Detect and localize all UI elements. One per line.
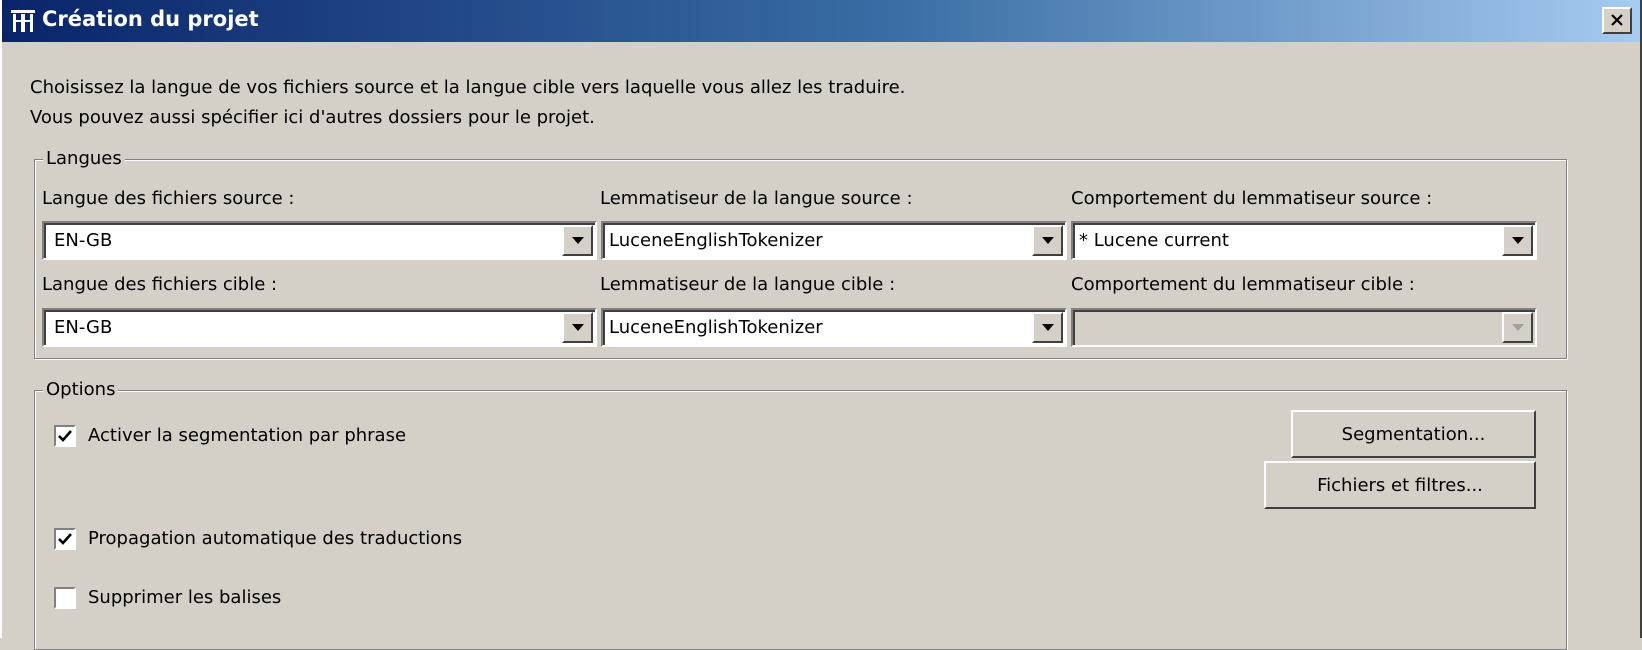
chevron-down-icon: [1041, 237, 1054, 244]
checkmark-icon: [58, 426, 72, 447]
close-button[interactable]: [1602, 7, 1632, 34]
source-lang-combo[interactable]: EN-GB: [42, 221, 597, 260]
remove-tags-label[interactable]: Supprimer les balises: [88, 586, 281, 610]
close-icon: [1610, 10, 1624, 31]
source-lang-label: Langue des fichiers source :: [42, 188, 295, 209]
omegat-app-icon: [10, 8, 36, 34]
options-legend: Options: [43, 378, 119, 402]
source-lang-dropdown-button[interactable]: [562, 225, 593, 256]
chevron-down-icon: [1511, 324, 1524, 331]
sentence-segmentation-checkbox[interactable]: [54, 425, 76, 447]
source-tokenizer-value: LuceneEnglishTokenizer: [609, 230, 823, 251]
title-bar[interactable]: Création du projet: [2, 0, 1640, 42]
source-behavior-label: Comportement du lemmatiseur source :: [1071, 188, 1433, 209]
intro-line-1: Choisissez la langue de vos fichiers sou…: [30, 77, 906, 98]
source-tokenizer-label: Lemmatiseur de la langue source :: [600, 188, 913, 209]
source-lang-value: EN-GB: [54, 230, 113, 251]
target-behavior-dropdown-button[interactable]: [1502, 312, 1533, 343]
target-behavior-label: Comportement du lemmatiseur cible :: [1071, 274, 1415, 295]
sentence-segmentation-label[interactable]: Activer la segmentation par phrase: [88, 424, 406, 448]
source-behavior-combo[interactable]: * Lucene current: [1071, 221, 1537, 260]
source-behavior-dropdown-button[interactable]: [1502, 225, 1533, 256]
chevron-down-icon: [571, 237, 584, 244]
source-behavior-value: * Lucene current: [1079, 230, 1229, 251]
target-tokenizer-combo[interactable]: LuceneEnglishTokenizer: [601, 308, 1067, 347]
segmentation-button-label: Segmentation...: [1341, 423, 1486, 445]
remove-tags-checkbox[interactable]: [54, 587, 76, 609]
chevron-down-icon: [571, 324, 584, 331]
auto-propagation-label[interactable]: Propagation automatique des traductions: [88, 527, 462, 551]
intro-line-2: Vous pouvez aussi spécifier ici d'autres…: [30, 107, 595, 128]
languages-legend: Langues: [43, 147, 125, 171]
checkmark-icon: [58, 529, 72, 550]
target-lang-dropdown-button[interactable]: [562, 312, 593, 343]
target-behavior-combo[interactable]: [1071, 308, 1537, 347]
auto-propagation-checkbox[interactable]: [54, 528, 76, 550]
target-tokenizer-value: LuceneEnglishTokenizer: [609, 317, 823, 338]
chevron-down-icon: [1511, 237, 1524, 244]
files-filters-button[interactable]: Fichiers et filtres...: [1264, 461, 1536, 509]
source-tokenizer-combo[interactable]: LuceneEnglishTokenizer: [601, 221, 1067, 260]
segmentation-button[interactable]: Segmentation...: [1291, 410, 1536, 458]
target-tokenizer-dropdown-button[interactable]: [1032, 312, 1063, 343]
target-lang-value: EN-GB: [54, 317, 113, 338]
target-tokenizer-label: Lemmatiseur de la langue cible :: [600, 274, 896, 295]
project-creation-dialog: Création du projet Choisissez la langue …: [0, 0, 1642, 650]
window-title: Création du projet: [42, 7, 259, 31]
source-tokenizer-dropdown-button[interactable]: [1032, 225, 1063, 256]
target-lang-combo[interactable]: EN-GB: [42, 308, 597, 347]
chevron-down-icon: [1041, 324, 1054, 331]
target-lang-label: Langue des fichiers cible :: [42, 274, 278, 295]
files-filters-button-label: Fichiers et filtres...: [1317, 474, 1483, 496]
